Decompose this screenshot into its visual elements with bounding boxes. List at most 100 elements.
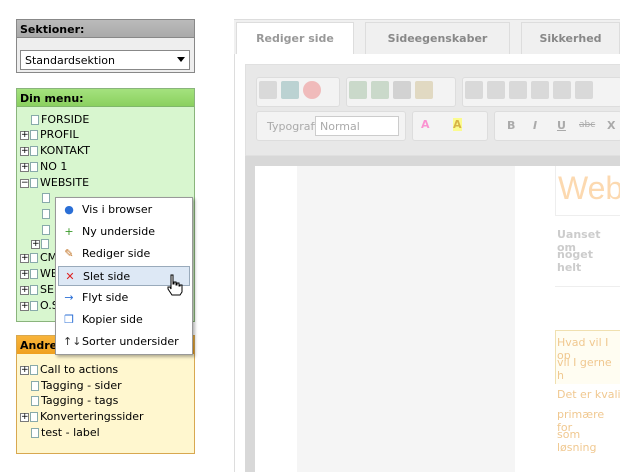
bold-icon[interactable]: B	[507, 119, 515, 132]
andre-item-label: Call to actions	[40, 363, 119, 376]
andre-item[interactable]: + Konverteringssider	[20, 409, 144, 425]
expand-icon[interactable]: +	[20, 365, 29, 375]
menu-item[interactable]: + WE	[20, 266, 58, 282]
new-doc-icon[interactable]	[259, 81, 277, 99]
page-icon	[42, 225, 50, 235]
tab-bar: Rediger side Sideegenskaber Sikkerhed	[234, 19, 620, 56]
globe-icon: ●	[64, 203, 74, 216]
andre-item[interactable]: + Call to actions	[20, 362, 118, 378]
menu-item[interactable]: FORSIDE	[20, 112, 89, 128]
page-add-icon[interactable]	[349, 81, 367, 99]
paste-text-icon[interactable]	[531, 81, 549, 99]
page-canvas[interactable]: Web Uanset om noget helt Hvad vil I op v…	[255, 166, 620, 472]
toolbar-group-file	[256, 77, 340, 107]
page-icon	[30, 162, 38, 172]
context-menu-item[interactable]: ✎ Rediger side	[58, 244, 190, 264]
expand-icon[interactable]: +	[20, 130, 29, 140]
menu-item[interactable]: + O.S	[20, 298, 59, 314]
underline-icon[interactable]: U	[557, 119, 566, 132]
style-select[interactable]: Normal	[315, 116, 399, 136]
context-menu-label: Flyt side	[82, 291, 129, 304]
tab-sideegenskaber[interactable]: Sideegenskaber	[365, 22, 510, 56]
cancel-icon[interactable]	[303, 81, 321, 99]
cut-icon[interactable]	[465, 81, 483, 99]
section-select[interactable]: Standardsektion	[20, 50, 190, 70]
toolbar-group-color: A A	[412, 111, 488, 141]
style-select-value: Normal	[320, 120, 360, 133]
page-icon	[30, 285, 38, 295]
delete-icon: ✕	[65, 270, 75, 283]
copy-icon[interactable]	[487, 81, 505, 99]
tab-rediger-side[interactable]: Rediger side	[236, 22, 354, 56]
para2-line-3: som løsning	[557, 428, 597, 454]
website-child-expander[interactable]: +	[31, 237, 51, 250]
context-menu-label: Rediger side	[82, 247, 151, 260]
preview-icon[interactable]	[393, 81, 411, 99]
edit-icon: ✎	[64, 247, 74, 260]
page-icon	[30, 412, 38, 422]
menu-item[interactable]: + NO 1	[20, 159, 67, 175]
page-icon	[31, 396, 39, 406]
menu-item[interactable]: + SE	[20, 282, 54, 298]
page-icon	[30, 365, 38, 375]
din-menu-title: Din menu:	[17, 89, 194, 107]
page-edit-icon[interactable]	[371, 81, 389, 99]
context-menu-label: Sorter undersider	[82, 335, 179, 348]
tab-sikkerhed[interactable]: Sikkerhed	[521, 22, 620, 56]
subscript-icon[interactable]: X	[607, 119, 615, 132]
page-left-column	[297, 166, 515, 472]
save-icon[interactable]	[281, 81, 299, 99]
font-color-icon[interactable]: A	[421, 118, 430, 131]
page-icon	[30, 178, 38, 188]
expand-icon[interactable]: +	[20, 269, 29, 279]
move-icon: →	[64, 291, 74, 304]
andre-item-label: Tagging - sider	[41, 379, 122, 392]
expand-icon[interactable]: +	[20, 301, 29, 311]
highlight-color-icon[interactable]: A	[453, 118, 462, 131]
andre-item-label: test - label	[41, 426, 100, 439]
menu-item[interactable]: + PROFIL	[20, 127, 79, 143]
context-menu-item[interactable]: ↑↓ Sorter undersider	[58, 332, 190, 352]
page-right-column: Web Uanset om noget helt Hvad vil I op v…	[555, 166, 620, 472]
page-icon	[42, 209, 50, 219]
section-select-value: Standardsektion	[25, 54, 115, 67]
expand-icon[interactable]: +	[20, 285, 29, 295]
expand-icon[interactable]: +	[20, 412, 29, 422]
andre-item[interactable]: test - label	[20, 425, 100, 441]
andre-item[interactable]: Tagging - sider	[20, 378, 122, 394]
menu-item[interactable]: + KONTAKT	[20, 143, 90, 159]
para2-line-1: Det er kvali	[557, 388, 620, 401]
context-menu-item[interactable]: + Ny underside	[58, 222, 190, 242]
page-icon	[31, 381, 39, 391]
intro-line-2: noget helt	[557, 248, 593, 274]
expand-icon[interactable]: +	[20, 162, 29, 172]
menu-item[interactable]: − WEBSITE	[20, 175, 89, 191]
menu-item-label: WEBSITE	[40, 176, 90, 189]
menu-item[interactable]: + CM	[20, 250, 57, 266]
paste-icon[interactable]	[509, 81, 527, 99]
collapse-icon[interactable]: −	[20, 178, 29, 188]
toolbar-group-format: B I U abc X	[494, 111, 620, 141]
template-icon[interactable]	[415, 81, 433, 99]
page-icon	[42, 193, 50, 203]
new-page-icon: +	[64, 225, 74, 238]
expand-icon[interactable]: +	[20, 253, 29, 263]
context-menu-label: Vis i browser	[82, 203, 153, 216]
editor-content: Web Uanset om noget helt Hvad vil I op v…	[245, 156, 620, 472]
context-menu-item[interactable]: ● Vis i browser	[58, 200, 190, 220]
page-icon	[30, 301, 38, 311]
menu-item-label: NO 1	[40, 160, 68, 173]
toolbar-group-edit	[462, 77, 620, 107]
sektioner-panel: Sektioner: Standardsektion	[16, 19, 195, 73]
menu-item-label: FORSIDE	[41, 113, 90, 126]
paste-word-icon[interactable]	[553, 81, 571, 99]
expand-icon[interactable]: +	[20, 146, 29, 156]
andre-item[interactable]: Tagging - tags	[20, 393, 118, 409]
spellcheck-icon[interactable]	[575, 81, 593, 99]
context-menu-item[interactable]: ❐ Kopier side	[58, 310, 190, 330]
page-icon	[30, 146, 38, 156]
menu-item-label: SE	[40, 283, 54, 296]
italic-icon[interactable]: I	[533, 119, 537, 132]
strikethrough-icon[interactable]: abc	[579, 120, 595, 130]
page-icon	[31, 115, 39, 125]
